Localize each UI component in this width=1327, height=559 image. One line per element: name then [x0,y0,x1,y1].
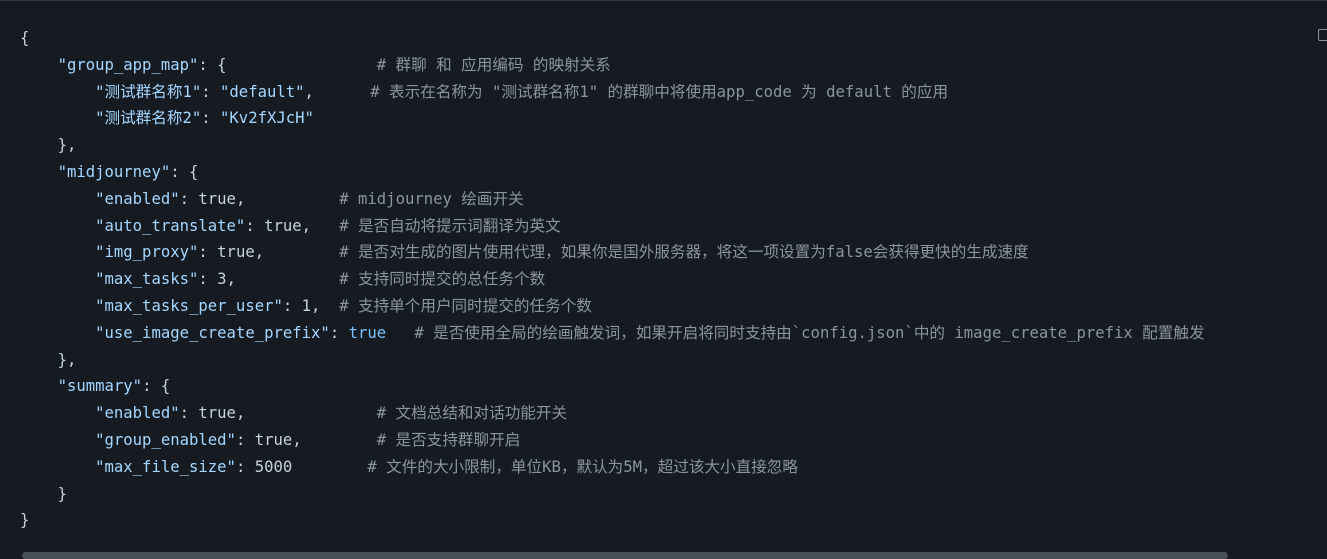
code-token: "group_enabled" [95,430,236,449]
code-token: "enabled" [95,404,180,423]
code-token: true [217,243,255,262]
code-line: "max_tasks": 3, # 支持同时提交的总任务个数 [20,266,1205,293]
code-token: } [20,511,30,530]
code-panel: { "group_app_map": { # 群聊 和 应用编码 的映射关系 "… [0,0,1327,559]
code-comment: # 是否自动将提示词翻译为英文 [339,216,561,235]
code-token: "enabled" [95,189,180,208]
code-line: "midjourney": { [20,159,1205,186]
code-token: "max_tasks_per_user" [95,296,283,315]
code-token: : [201,82,221,101]
code-line: "img_proxy": true, # 是否对生成的图片使用代理，如果你是国外… [20,239,1205,266]
code-token: true [348,323,387,342]
code-token: }, [57,350,77,369]
code-token: "auto_translate" [95,216,246,235]
code-line: "max_file_size": 5000 # 文件的大小限制，单位KB，默认为… [20,454,1205,481]
code-token: }, [57,136,77,155]
code-token: : [245,216,265,235]
code-token: "img_proxy" [95,243,199,262]
code-line: }, [20,132,1205,159]
code-token: 5000 [254,457,293,476]
code-comment: # 支持同时提交的总任务个数 [339,270,546,289]
code-line: } [20,507,1205,534]
code-token: : [198,270,218,289]
code-token: , [304,82,314,101]
code-token: "Kv2fXJcH" [220,109,314,128]
code-comment: # 文件的大小限制，单位KB，默认为5M，超过该大小直接忽略 [367,457,798,476]
code-comment: # 支持单个用户同时提交的任务个数 [339,296,592,315]
code-line: { [20,25,1205,52]
code-token: true [264,216,302,235]
code-token: "测试群名称2" [95,109,202,128]
code-token: , [254,243,265,262]
code-comment: # 群聊 和 应用编码 的映射关系 [376,55,611,74]
code-token: "use_image_create_prefix" [95,323,330,342]
code-line: "auto_translate": true, # 是否自动将提示词翻译为英文 [20,213,1205,240]
code-line: "max_tasks_per_user": 1, # 支持单个用户同时提交的任务… [20,293,1205,320]
code-comment: # 是否对生成的图片使用代理，如果你是国外服务器，将这一项设置为false会获得… [339,243,1029,262]
code-token: "max_file_size" [95,457,236,476]
code-token: "max_tasks" [95,270,199,289]
code-token: : [179,404,199,423]
code-line: }, [20,347,1205,374]
code-token: 3 [217,270,227,289]
code-token: "summary" [57,377,143,396]
code-line: "enabled": true, # 文档总结和对话功能开关 [20,400,1205,427]
code-line: "enabled": true, # midjourney 绘画开关 [20,186,1205,213]
code-token: : [329,323,349,342]
code-line: "group_enabled": true, # 是否支持群聊开启 [20,427,1205,454]
code-token: : { [170,162,199,181]
code-token: "group_app_map" [57,55,199,74]
code-comment: # 是否支持群聊开启 [376,430,521,449]
code-token: true [198,404,236,423]
code-token: , [301,216,312,235]
code-token: : [235,457,255,476]
code-comment: # 是否使用全局的绘画触发词，如果开启将同时支持由`config.json`中的… [414,323,1205,342]
code-line: "测试群名称2": "Kv2fXJcH" [20,105,1205,132]
code-token: : [198,243,218,262]
code-token: : [235,430,255,449]
code-comment: # 文档总结和对话功能开关 [376,404,568,423]
code-token: : [179,189,199,208]
code-token: : [282,296,302,315]
code-token: "midjourney" [57,162,171,181]
code-token: : { [142,377,171,396]
code-line: "use_image_create_prefix": true # 是否使用全局… [20,320,1205,347]
code-token: , [292,430,302,449]
code-line: "group_app_map": { # 群聊 和 应用编码 的映射关系 [20,52,1205,79]
copy-button[interactable] [1318,29,1327,43]
code-token: , [235,189,246,208]
code-token: true [198,189,236,208]
code-line: } [20,481,1205,508]
code-token: , [226,270,236,289]
code-token: 1 [301,296,312,315]
code-token: "测试群名称1" [95,82,202,101]
code-token: : [201,109,221,128]
code-comment: # 表示在名称为 "测试群名称1" 的群聊中将使用app_code 为 defa… [370,82,949,101]
copy-icon [1318,29,1327,41]
code-token: "default" [220,82,305,101]
code-block: { "group_app_map": { # 群聊 和 应用编码 的映射关系 "… [20,25,1205,534]
code-token: , [235,404,246,423]
code-token: { [20,29,30,47]
code-token: : { [198,55,227,74]
code-line: "summary": { [20,373,1205,400]
code-line: "测试群名称1": "default", # 表示在名称为 "测试群名称1" 的… [20,79,1205,106]
code-token: } [57,484,67,503]
code-token: true [254,430,293,449]
code-comment: # midjourney 绘画开关 [339,189,524,208]
